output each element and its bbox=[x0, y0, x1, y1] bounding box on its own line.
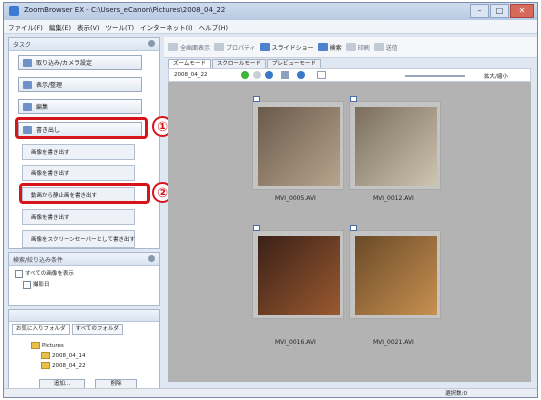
search-icon bbox=[317, 43, 328, 51]
menu-tools[interactable]: ツール(T) bbox=[106, 22, 135, 32]
minimize-button[interactable]: – bbox=[470, 4, 489, 18]
view-icon bbox=[23, 80, 32, 89]
go-icon[interactable] bbox=[241, 71, 249, 79]
current-folder-label: 2008_04_22 bbox=[174, 72, 208, 78]
print-icon bbox=[345, 43, 356, 51]
nav-view-button[interactable]: 表示/整理 bbox=[18, 77, 142, 92]
task-panel-title: タスク bbox=[13, 42, 32, 49]
checkbox-icon bbox=[15, 269, 23, 278]
properties-button[interactable]: プロパティ bbox=[214, 43, 256, 52]
back-icon[interactable] bbox=[253, 71, 261, 79]
folder-icon bbox=[41, 362, 50, 369]
checkbox-icon bbox=[23, 280, 31, 289]
tab-favorite-folders[interactable]: お気に入りフォルダ bbox=[12, 324, 70, 335]
thumbnail-image bbox=[258, 107, 340, 186]
folder-panel: お気に入りフォルダ すべてのフォルダ Pictures 2008_04_14 2… bbox=[8, 309, 160, 392]
thumbnail-item[interactable] bbox=[349, 225, 441, 319]
search-button[interactable]: 検索 bbox=[317, 43, 342, 52]
nav-import-button[interactable]: 取り込み/カメラ設定 bbox=[18, 55, 142, 70]
select-mark-icon[interactable] bbox=[253, 96, 260, 102]
folder-icon bbox=[31, 342, 40, 349]
edit-icon bbox=[23, 102, 32, 111]
print-button[interactable]: 印刷 bbox=[345, 43, 370, 52]
slideshow-button[interactable]: スライドショー bbox=[259, 43, 314, 52]
send-icon bbox=[373, 43, 384, 51]
menu-file[interactable]: ファイル(F) bbox=[8, 22, 43, 32]
folder-item[interactable]: 2008_04_14 bbox=[41, 352, 86, 359]
menu-view[interactable]: 表示(V) bbox=[77, 22, 100, 32]
thumbnail-item[interactable] bbox=[252, 96, 344, 190]
slideshow-icon bbox=[259, 43, 270, 51]
fullscreen-button[interactable]: 全画面表示 bbox=[168, 43, 210, 52]
export-screensaver-button[interactable]: 画像をスクリーンセーバーとして書き出す bbox=[22, 230, 135, 248]
status-bar: 選択数:0 bbox=[4, 388, 537, 397]
zoom-slider[interactable] bbox=[405, 75, 465, 77]
highlight-box-1 bbox=[15, 117, 148, 139]
sub-export-2-button[interactable]: 画像を書き出す bbox=[22, 165, 135, 181]
app-icon bbox=[9, 6, 19, 16]
collapse-icon[interactable] bbox=[148, 255, 155, 262]
forward-icon[interactable] bbox=[265, 71, 273, 79]
select-mark-icon[interactable] bbox=[350, 96, 357, 102]
close-button[interactable]: ✕ bbox=[510, 4, 534, 18]
status-text: 選択数:0 bbox=[445, 391, 467, 397]
thumbnail-grid: MVI_0005.AVI MVI_0012.AVI MVI_0016.AVI M… bbox=[168, 82, 531, 382]
filter-panel: 検索/絞り込み条件 すべての画像を表示 撮影日 bbox=[8, 252, 160, 306]
select-mark-icon[interactable] bbox=[253, 225, 260, 231]
task-panel: タスク 取り込み/カメラ設定 表示/整理 編集 書き出し 画像を書き出す 画像を… bbox=[8, 37, 160, 249]
zoom-fit-icon[interactable] bbox=[317, 71, 326, 79]
tab-all-folders[interactable]: すべてのフォルダ bbox=[71, 324, 123, 335]
camera-icon bbox=[23, 58, 32, 67]
app-window: ZoomBrowser EX - C:\Users_eCanon\Picture… bbox=[3, 2, 538, 398]
maximize-button[interactable]: □ bbox=[490, 4, 509, 18]
view-options-icon[interactable] bbox=[281, 71, 289, 79]
collapse-icon[interactable] bbox=[148, 40, 155, 47]
thumbnail-filename: MVI_0012.AVI bbox=[373, 195, 414, 202]
filter-date-item[interactable]: 撮影日 bbox=[23, 280, 50, 289]
menu-internet[interactable]: インターネット(I) bbox=[140, 22, 193, 32]
thumbnail-filename: MVI_0016.AVI bbox=[275, 339, 316, 346]
thumbnail-image bbox=[355, 107, 437, 186]
thumbnail-filename: MVI_0005.AVI bbox=[275, 195, 316, 202]
nav-edit-button[interactable]: 編集 bbox=[18, 99, 142, 114]
thumbnail-item[interactable] bbox=[349, 96, 441, 190]
title-bar: ZoomBrowser EX - C:\Users_eCanon\Picture… bbox=[4, 3, 537, 21]
thumbnail-item[interactable] bbox=[252, 225, 344, 319]
left-pane: タスク 取り込み/カメラ設定 表示/整理 編集 書き出し 画像を書き出す 画像を… bbox=[8, 37, 160, 392]
main-pane: 全画面表示 プロパティ スライドショー 検索 印刷 送信 ズームモード スクロー… bbox=[164, 37, 537, 385]
filter-panel-title: 検索/絞り込み条件 bbox=[13, 257, 64, 264]
menu-edit[interactable]: 編集(E) bbox=[49, 22, 71, 32]
view-subbar: 2008_04_22 拡大/縮小 bbox=[168, 68, 531, 82]
select-mark-icon[interactable] bbox=[350, 225, 357, 231]
filter-all-item[interactable]: すべての画像を表示 bbox=[15, 269, 74, 278]
folder-item[interactable]: 2008_04_22 bbox=[41, 362, 86, 369]
folder-item[interactable]: Pictures bbox=[31, 342, 64, 349]
send-button[interactable]: 送信 bbox=[373, 43, 398, 52]
thumbnail-image bbox=[355, 236, 437, 315]
menu-bar: ファイル(F) 編集(E) 表示(V) ツール(T) インターネット(I) ヘル… bbox=[4, 20, 537, 34]
sub-export-3-button[interactable]: 画像を書き出す bbox=[22, 209, 135, 225]
highlight-box-2 bbox=[19, 183, 150, 204]
thumbnail-image bbox=[258, 236, 340, 315]
toolbar: 全画面表示 プロパティ スライドショー 検索 印刷 送信 bbox=[164, 37, 537, 58]
menu-help[interactable]: ヘルプ(H) bbox=[199, 22, 228, 32]
info-icon[interactable] bbox=[297, 71, 305, 79]
folder-icon bbox=[41, 352, 50, 359]
zoom-label: 拡大/縮小 bbox=[484, 74, 508, 80]
thumbnail-filename: MVI_0021.AVI bbox=[373, 339, 414, 346]
sub-export-1-button[interactable]: 画像を書き出す bbox=[22, 144, 135, 160]
properties-icon bbox=[214, 43, 225, 51]
window-title: ZoomBrowser EX - C:\Users_eCanon\Picture… bbox=[24, 6, 226, 14]
fullscreen-icon bbox=[168, 43, 178, 51]
